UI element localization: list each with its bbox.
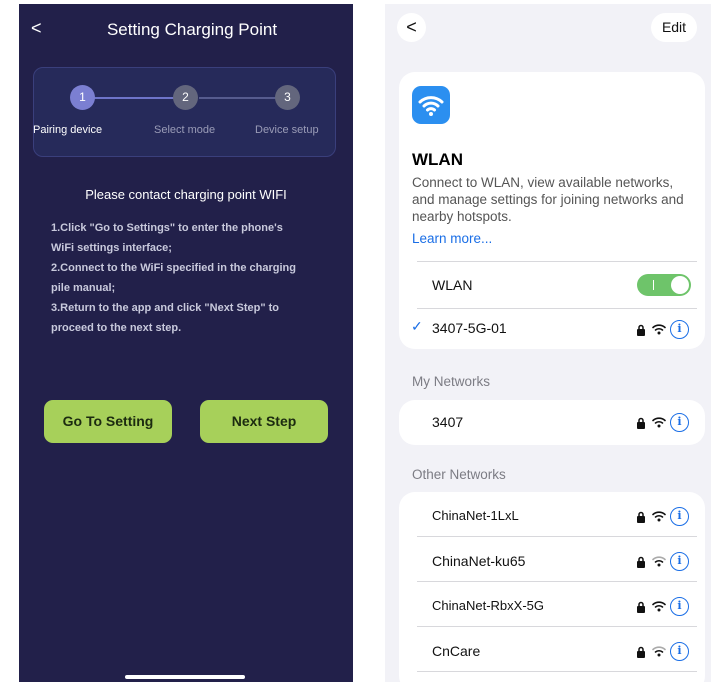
other-networks-card: ChinaNet-1LxL i ChinaNet-ku65 i ChinaNet… <box>399 492 705 682</box>
toggle-knob <box>671 276 689 294</box>
divider <box>417 626 697 627</box>
lock-icon <box>637 417 645 429</box>
step-1-indicator: 1 <box>70 85 95 110</box>
lock-icon <box>637 646 645 658</box>
chevron-left-icon: < <box>406 17 417 37</box>
divider <box>417 581 697 582</box>
wlan-title: WLAN <box>412 150 463 169</box>
next-step-button[interactable]: Next Step <box>200 400 328 443</box>
wifi-signal-icon <box>652 417 666 428</box>
wlan-toggle[interactable] <box>637 274 691 296</box>
step-1-label: Pairing device <box>33 124 103 136</box>
instruction-line: 2.Connect to the WiFi specified in the c… <box>51 262 296 274</box>
wlan-toggle-label: WLAN <box>432 277 473 293</box>
instruction-line: WiFi settings interface; <box>51 242 172 254</box>
wifi-signal-icon <box>652 511 666 522</box>
info-icon[interactable]: i <box>670 507 689 526</box>
network-name[interactable]: ChinaNet-ku65 <box>432 553 525 569</box>
divider <box>417 536 697 537</box>
instruction-line: proceed to the next step. <box>51 322 182 334</box>
network-name[interactable]: 3407 <box>432 414 463 430</box>
network-name[interactable]: CnCare <box>432 643 480 659</box>
wifi-app-icon <box>412 86 450 124</box>
divider <box>417 261 697 262</box>
lock-icon <box>637 601 645 613</box>
wifi-signal-icon <box>652 646 666 657</box>
step-3-indicator: 3 <box>275 85 300 110</box>
wifi-signal-icon <box>652 556 666 567</box>
instruction-line: 3.Return to the app and click "Next Step… <box>51 302 280 314</box>
wifi-signal-icon <box>652 601 666 612</box>
info-icon[interactable]: i <box>670 597 689 616</box>
checkmark-icon: ✓ <box>411 318 423 334</box>
learn-more-link[interactable]: Learn more... <box>412 231 492 246</box>
other-networks-heading: Other Networks <box>412 467 506 482</box>
toggle-on-mark <box>653 280 654 290</box>
my-networks-card: 3407 i <box>399 400 705 445</box>
lock-icon <box>637 511 645 523</box>
instruction-heading: Please contact charging point WIFI <box>85 187 287 202</box>
instruction-list: 1.Click "Go to Settings" to enter the ph… <box>51 218 341 338</box>
connected-network-name[interactable]: 3407-5G-01 <box>432 320 507 336</box>
page-title: Setting Charging Point <box>106 20 278 39</box>
wlan-settings-screen: < Edit WLAN Connect to WLAN, view availa… <box>385 4 711 682</box>
wlan-description: Connect to WLAN, view available networks… <box>412 175 684 224</box>
home-indicator[interactable] <box>125 675 245 679</box>
step-2-label: Select mode <box>154 124 216 136</box>
step-3-label: Device setup <box>255 124 319 136</box>
charging-app-screen: < Setting Charging Point 1 2 3 Pairing d… <box>19 4 353 682</box>
info-icon[interactable]: i <box>670 552 689 571</box>
lock-icon <box>637 556 645 568</box>
network-name[interactable]: ChinaNet-1LxL <box>432 508 519 523</box>
info-icon[interactable]: i <box>670 642 689 661</box>
stepper: 1 2 3 Pairing device Select mode Device … <box>33 67 336 157</box>
step-2-indicator: 2 <box>173 85 198 110</box>
edit-button[interactable]: Edit <box>651 13 697 42</box>
instruction-line: pile manual; <box>51 282 116 294</box>
instruction-line: 1.Click "Go to Settings" to enter the ph… <box>51 222 283 234</box>
info-icon[interactable]: i <box>670 413 689 432</box>
my-networks-heading: My Networks <box>412 374 491 389</box>
wlan-card: WLAN Connect to WLAN, view available net… <box>399 72 705 349</box>
network-name[interactable]: ChinaNet-RbxX-5G <box>432 598 544 613</box>
go-to-setting-button[interactable]: Go To Setting <box>44 400 172 443</box>
back-button[interactable]: < <box>397 13 426 42</box>
wifi-signal-icon <box>652 324 666 335</box>
lock-icon <box>637 324 645 336</box>
divider <box>417 308 697 309</box>
divider <box>417 671 697 672</box>
info-icon[interactable]: i <box>670 320 689 339</box>
